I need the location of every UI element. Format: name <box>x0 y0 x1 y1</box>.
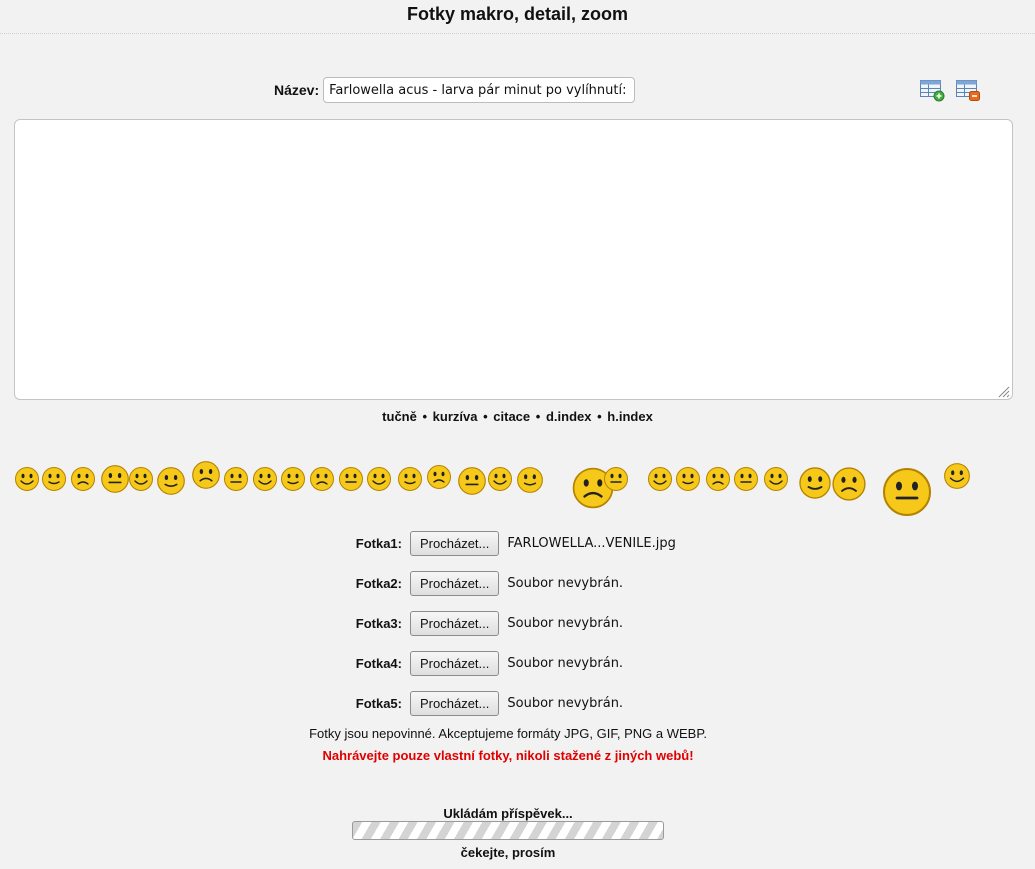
browse-button-1[interactable]: Procházet... <box>410 530 500 556</box>
smile-smiley-icon[interactable] <box>14 466 40 492</box>
file-row-4: Fotka4: Procházet... Soubor nevybrán. <box>348 650 623 676</box>
glasses-smiley-icon[interactable] <box>156 466 186 496</box>
cheers-smiley-icon[interactable] <box>831 466 867 502</box>
thumbs-up-smiley-icon[interactable] <box>397 466 423 492</box>
sleeping-smiley-icon[interactable] <box>487 466 513 492</box>
dizzy-smiley-icon[interactable] <box>309 466 335 492</box>
saving-label: Ukládám příspěvek... <box>443 806 573 821</box>
browse-button-5[interactable]: Procházet... <box>410 690 500 716</box>
wink-smiley-icon[interactable] <box>41 466 67 492</box>
file-status: Soubor nevybrán. <box>507 655 624 671</box>
drummer-smiley-icon[interactable] <box>798 466 832 500</box>
happy-smiley-icon[interactable] <box>338 466 364 492</box>
sad-smiley-icon[interactable] <box>675 466 701 492</box>
delete-table-icon[interactable] <box>955 78 981 102</box>
file-label: Fotka2: <box>355 575 402 591</box>
thinking-smiley-icon[interactable] <box>128 466 154 492</box>
file-row-2: Fotka2: Procházet... Soubor nevybrán. <box>348 570 623 596</box>
wait-label: čekejte, prosím <box>460 845 556 860</box>
subscript-link[interactable]: d.index <box>546 409 592 424</box>
insert-table-icon[interactable] <box>919 78 945 102</box>
file-row-3: Fotka3: Procházet... Soubor nevybrán. <box>348 610 623 636</box>
file-status: Soubor nevybrán. <box>507 695 624 711</box>
italic-link[interactable]: kurzíva <box>433 409 478 424</box>
file-status: Soubor nevybrán. <box>507 575 624 591</box>
formatting-links: tučně • kurzíva • citace • d.index • h.i… <box>382 409 653 424</box>
smiley-bar <box>14 458 1024 516</box>
bold-link[interactable]: tučně <box>382 409 417 424</box>
angry-smiley-icon[interactable] <box>516 466 544 494</box>
title-input[interactable] <box>323 77 636 103</box>
browse-button-2[interactable]: Procházet... <box>410 570 500 596</box>
crying-smiley-icon[interactable] <box>70 466 96 492</box>
file-status: FARLOWELLA...VENILE.jpg <box>507 535 676 551</box>
browse-button-4[interactable]: Procházet... <box>410 650 500 676</box>
file-label: Fotka3: <box>355 615 402 631</box>
smirk-smiley-icon[interactable] <box>705 466 731 492</box>
bye-smiley-icon[interactable] <box>763 466 789 492</box>
chuckle-smiley-icon[interactable] <box>647 466 673 492</box>
photo-info-text: Fotky jsou nepovinné. Akceptujeme formát… <box>309 726 707 741</box>
file-label: Fotka5: <box>355 695 402 711</box>
file-row-5: Fotka5: Procházet... Soubor nevybrán. <box>348 690 623 716</box>
message-textarea[interactable] <box>14 119 1013 400</box>
quote-link[interactable]: citace <box>493 409 530 424</box>
file-label: Fotka4: <box>355 655 402 671</box>
music-smiley-icon[interactable] <box>100 464 130 494</box>
title-divider <box>0 33 1035 34</box>
talking-smiley-icon[interactable] <box>223 466 249 492</box>
browse-button-3[interactable]: Procházet... <box>410 610 500 636</box>
rolling-eyes-smiley-icon[interactable] <box>426 464 452 490</box>
title-field-label: Název: <box>274 82 320 98</box>
superscript-link[interactable]: h.index <box>607 409 653 424</box>
tongue-smiley-icon[interactable] <box>280 466 306 492</box>
surprised-smiley-icon[interactable] <box>457 466 487 496</box>
saving-progress-bar <box>352 821 664 840</box>
laughing-smiley-icon[interactable] <box>252 466 278 492</box>
resize-grip-icon[interactable] <box>996 384 1010 398</box>
sly-smiley-icon[interactable] <box>366 466 392 492</box>
kiss-smiley-icon[interactable] <box>733 466 759 492</box>
photo-warning-text: Nahrávejte pouze vlastní fotky, nikoli s… <box>322 748 694 763</box>
cheers-2-smiley-icon[interactable] <box>881 466 933 518</box>
title-field-row: Název: <box>274 77 636 103</box>
jumping-smiley-icon[interactable] <box>943 462 971 490</box>
file-label: Fotka1: <box>355 535 402 551</box>
grin-smiley-icon[interactable] <box>191 460 221 490</box>
file-status: Soubor nevybrán. <box>507 615 624 631</box>
file-row-1: Fotka1: Procházet... FARLOWELLA...VENILE… <box>348 530 676 556</box>
table-tools <box>919 78 981 102</box>
doh-smiley-icon[interactable] <box>603 466 629 492</box>
page-title: Fotky makro, detail, zoom <box>406 4 629 24</box>
